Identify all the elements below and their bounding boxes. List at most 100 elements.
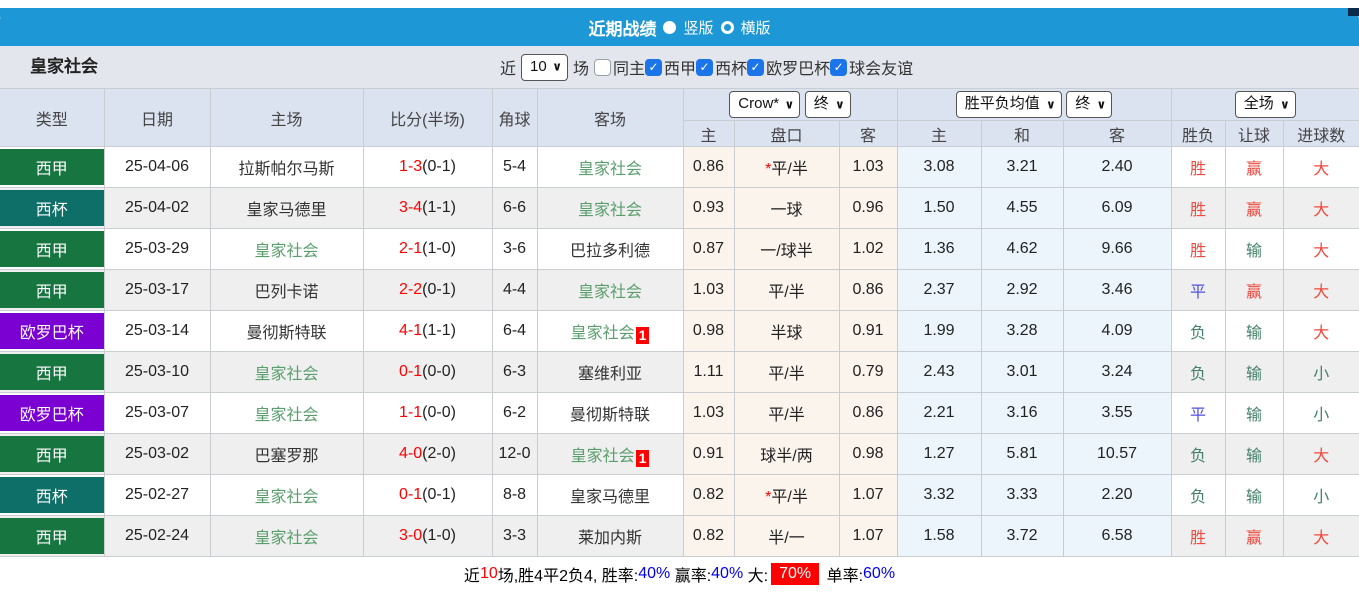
avg-draw-cell: 3.33 — [980, 474, 1064, 516]
away-odds-cell: 1.03 — [838, 146, 898, 188]
team-name[interactable]: 皇家社会 — [254, 243, 318, 260]
match-count-select[interactable]: 10 — [522, 54, 568, 78]
corner-decoration-right — [1348, 8, 1359, 16]
filter-checkbox-item[interactable]: ✓ 球会友谊 — [830, 55, 913, 79]
avg-state-select[interactable]: 终 — [1067, 92, 1112, 115]
team-name[interactable]: 皇家社会 — [254, 366, 318, 383]
corners-cell: 6-3 — [491, 351, 538, 393]
handicap-result-cell: 输 — [1224, 392, 1284, 434]
result-group-header: 全场 ∨ — [1170, 88, 1359, 121]
avg-draw-cell: 2.92 — [980, 269, 1064, 311]
date-cell: 25-03-07 — [103, 392, 211, 434]
wdl-result-cell: 平 — [1170, 392, 1226, 434]
goals-result-cell: 大 — [1282, 433, 1359, 475]
team-name[interactable]: 巴拉多利德 — [570, 243, 650, 260]
fulltime-score: 4-1 — [399, 322, 423, 339]
wdl-result-cell: 胜 — [1170, 228, 1226, 270]
handicap-cell: 平/半 — [733, 392, 840, 434]
home-odds-cell: 0.98 — [682, 310, 735, 352]
goals-result-cell: 大 — [1282, 187, 1359, 229]
col-header-result-goals: 进球数 — [1282, 120, 1359, 147]
team-name[interactable]: 皇家社会 — [578, 202, 642, 219]
checkbox-checked-icon[interactable]: ✓ — [747, 58, 765, 76]
filter-controls: 近 10 ∨ 场 同主 ✓ 西甲 ✓ 西杯 ✓ 欧罗巴杯 ✓ 球会友谊 — [500, 46, 913, 88]
checkbox-checked-icon[interactable]: ✓ — [696, 58, 714, 76]
avg-draw-cell: 4.62 — [980, 228, 1064, 270]
team-name[interactable]: 皇家社会 — [571, 325, 635, 342]
odds-state-select[interactable]: 终 — [805, 92, 850, 115]
team-name[interactable]: 皇家马德里 — [246, 202, 326, 219]
bookmaker-select[interactable]: Crow* — [730, 92, 800, 115]
radio-vertical-label[interactable]: 竖版 — [683, 17, 713, 38]
corners-cell: 3-6 — [491, 228, 538, 270]
handicap-cell: 一球 — [733, 187, 840, 229]
corners-cell: 6-2 — [491, 392, 538, 434]
home-team-cell: 皇家社会 — [209, 474, 364, 516]
checkbox-checked-icon[interactable]: ✓ — [830, 58, 848, 76]
team-name[interactable]: 皇家社会 — [578, 284, 642, 301]
team-name[interactable]: 皇家社会 — [254, 530, 318, 547]
filter-checkbox-item[interactable]: ✓ 西杯 — [696, 55, 747, 79]
league-badge: 西甲 — [0, 272, 103, 308]
avg-draw-cell: 4.55 — [980, 187, 1064, 229]
avg-select[interactable]: 胜平负均值 — [956, 92, 1061, 115]
league-type-cell: 欧罗巴杯 — [0, 310, 105, 352]
checkbox-checked-icon[interactable]: ✓ — [645, 58, 663, 76]
league-type-cell: 西甲 — [0, 351, 105, 393]
summary-segment: 70% — [771, 563, 820, 585]
team-name[interactable]: 巴列卡诺 — [254, 284, 318, 301]
table-row: 西甲 25-03-10 皇家社会 0-1(0-0) 6-3 塞维利亚 1.11 平/半 0.79… — [0, 351, 1359, 393]
home-team-cell: 皇家社会 — [209, 392, 364, 434]
col-header-result-handicap: 让球 — [1224, 120, 1284, 147]
date-cell: 25-03-29 — [103, 228, 211, 270]
avg-home-cell: 2.43 — [896, 351, 982, 393]
table-row: 西甲 25-03-17 巴列卡诺 2-2(0-1) 4-4 皇家社会 1.03 平/半 0.86… — [0, 269, 1359, 311]
checkbox-label: 西甲 — [664, 61, 697, 78]
corner-decoration-left — [0, 8, 13, 17]
league-type-cell: 欧罗巴杯 — [0, 392, 105, 434]
team-name[interactable]: 皇家社会 — [578, 161, 642, 178]
team-name[interactable]: 皇家社会 — [571, 448, 635, 465]
league-badge: 欧罗巴杯 — [0, 395, 103, 431]
goals-result-cell: 小 — [1282, 474, 1359, 516]
team-name[interactable]: 拉斯帕尔马斯 — [238, 161, 334, 178]
fulltime-score: 3-4 — [399, 199, 423, 216]
fulltime-score: 2-2 — [399, 281, 423, 298]
radio-horizontal-icon[interactable] — [720, 20, 734, 34]
away-odds-cell: 1.07 — [838, 515, 898, 557]
radio-horizontal-label[interactable]: 横版 — [741, 17, 771, 38]
date-cell: 25-02-27 — [103, 474, 211, 516]
page-title: 近期战绩 — [588, 19, 657, 39]
checkbox-label: 欧罗巴杯 — [766, 61, 831, 78]
filter-checkbox-item[interactable]: 同主 — [594, 55, 645, 79]
home-odds-cell: 0.86 — [682, 146, 735, 188]
halftime-score: (0-0) — [422, 404, 456, 421]
checkbox-unchecked-icon[interactable] — [594, 58, 612, 76]
team-name[interactable]: 皇家马德里 — [570, 489, 650, 506]
team-name[interactable]: 皇家社会 — [254, 407, 318, 424]
radio-vertical-icon[interactable] — [663, 20, 677, 34]
col-header-type: 类型 — [0, 88, 105, 147]
summary-segment: 单率: — [822, 568, 864, 585]
team-name[interactable]: 曼彻斯特联 — [246, 325, 326, 342]
score-cell: 2-1(1-0) — [362, 228, 493, 270]
avg-away-cell: 6.58 — [1062, 515, 1172, 557]
team-name[interactable]: 塞维利亚 — [578, 366, 642, 383]
team-name[interactable]: 巴塞罗那 — [254, 448, 318, 465]
scope-select[interactable]: 全场 — [1235, 92, 1295, 115]
league-badge: 西甲 — [0, 149, 103, 185]
team-name[interactable]: 曼彻斯特联 — [570, 407, 650, 424]
fulltime-score: 3-0 — [399, 527, 423, 544]
handicap-result-cell: 赢 — [1224, 269, 1284, 311]
avg-away-cell: 4.09 — [1062, 310, 1172, 352]
col-header-avg-draw: 和 — [980, 120, 1064, 147]
team-name[interactable]: 皇家社会 — [254, 489, 318, 506]
team-name[interactable]: 莱加内斯 — [578, 530, 642, 547]
handicap-cell: 一/球半 — [733, 228, 840, 270]
date-cell: 25-03-10 — [103, 351, 211, 393]
league-type-cell: 西杯 — [0, 187, 105, 229]
filter-checkbox-item[interactable]: ✓ 西甲 — [645, 55, 696, 79]
checkbox-label: 球会友谊 — [849, 61, 914, 78]
halftime-score: (1-1) — [422, 322, 456, 339]
filter-checkbox-item[interactable]: ✓ 欧罗巴杯 — [747, 55, 830, 79]
